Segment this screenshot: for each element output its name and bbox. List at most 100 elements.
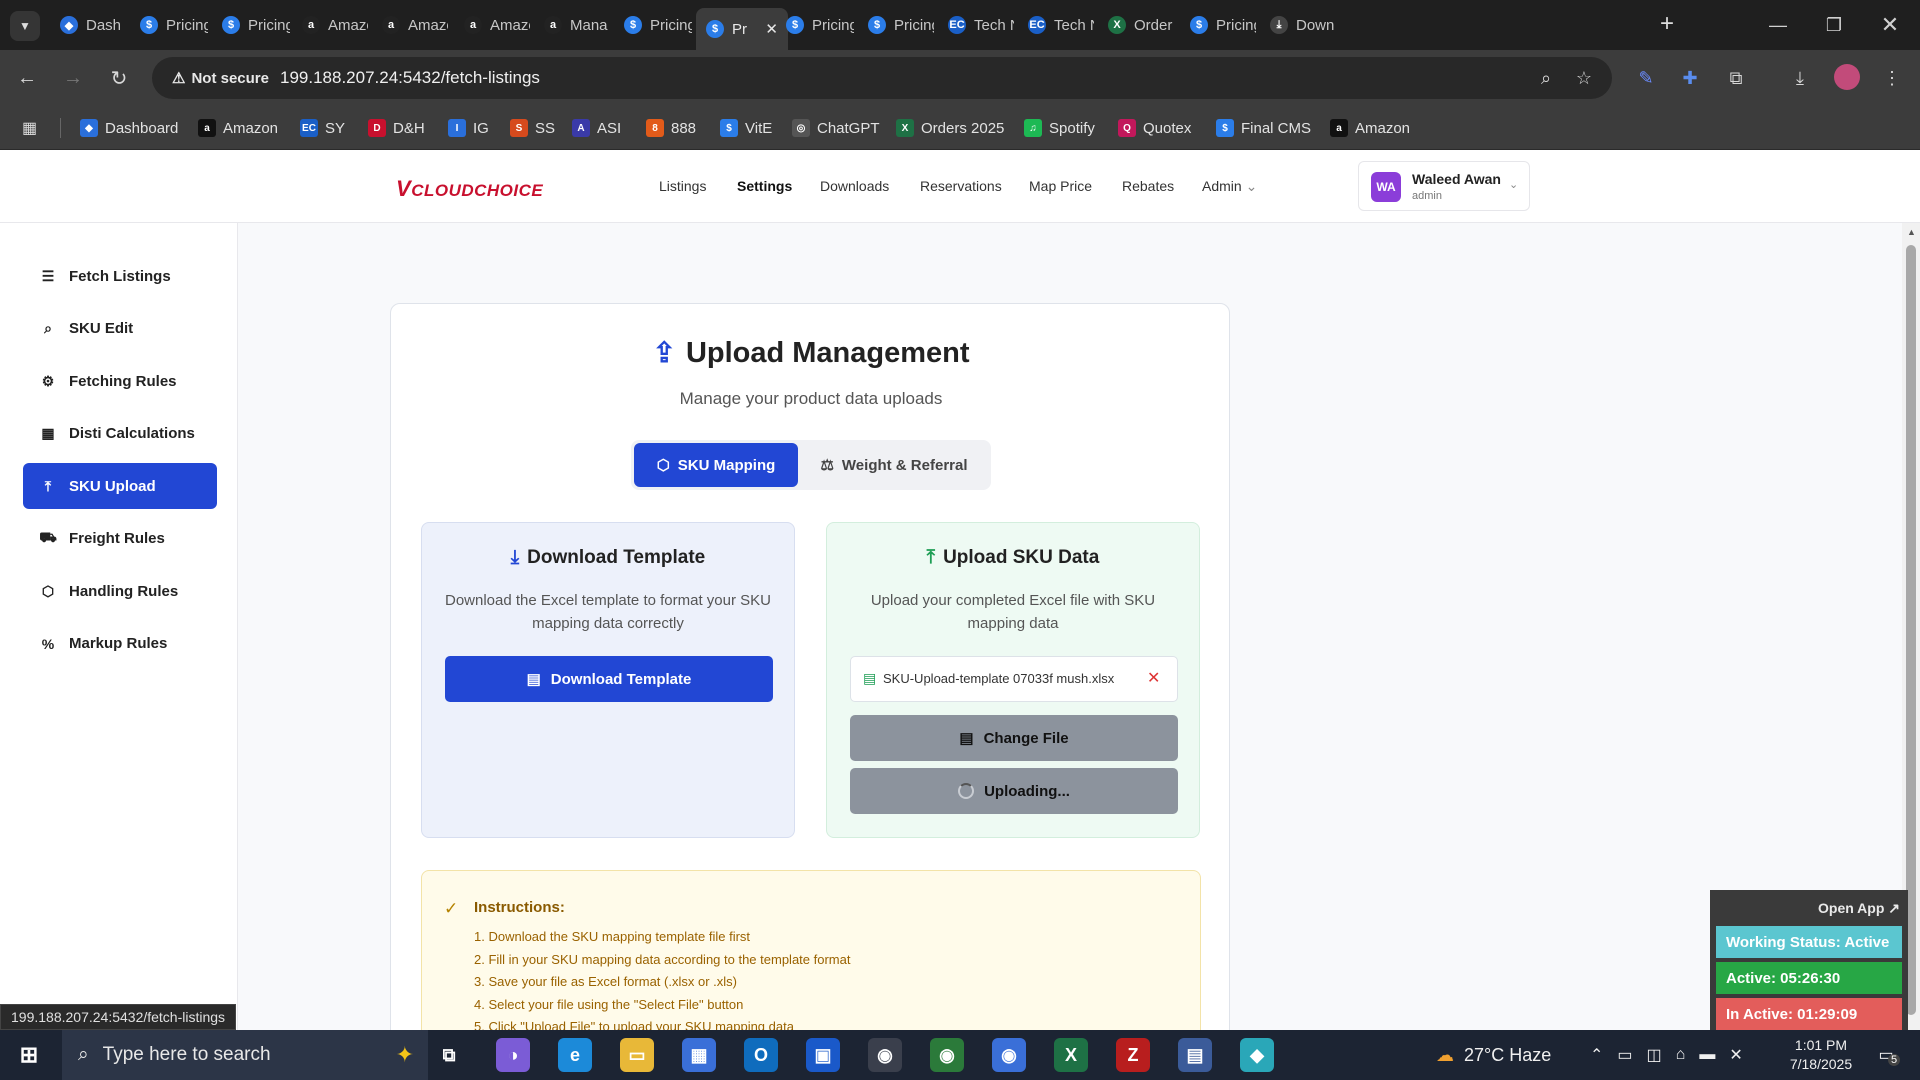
new-tab-plus-icon[interactable]: + bbox=[1652, 9, 1682, 39]
extension-feather-icon[interactable]: ✎ bbox=[1632, 64, 1660, 92]
restore-icon[interactable]: ❐ bbox=[1806, 0, 1862, 50]
upload-button[interactable]: Uploading... bbox=[850, 768, 1178, 814]
nav-rebates[interactable]: Rebates bbox=[1122, 178, 1174, 194]
address-bar[interactable]: ⚠ Not secure 199.188.207.24:5432/fetch-l… bbox=[152, 57, 1612, 99]
chrome-icon[interactable]: ◉ bbox=[868, 1038, 902, 1072]
browser-tab[interactable]: a Amazo bbox=[372, 8, 448, 42]
nav-reservations[interactable]: Reservations bbox=[920, 178, 1002, 194]
change-file-button[interactable]: ▤ Change File bbox=[850, 715, 1178, 761]
nav-listings[interactable]: Listings bbox=[659, 178, 706, 194]
scroll-up-icon[interactable]: ▲ bbox=[1907, 227, 1916, 237]
battery-icon[interactable]: ▬ bbox=[1699, 1046, 1715, 1064]
zoom-search-icon[interactable]: ⌕ bbox=[1532, 64, 1560, 92]
file-explorer-icon[interactable]: ▭ bbox=[620, 1038, 654, 1072]
sidebar-item-markup-rules[interactable]: % Markup Rules bbox=[23, 621, 217, 667]
not-secure-badge[interactable]: ⚠ Not secure bbox=[162, 63, 279, 93]
browser-tab[interactable]: $ Pricing bbox=[858, 8, 934, 42]
tab-weight-referral[interactable]: ⚖ Weight & Referral bbox=[801, 443, 987, 487]
forward-arrow-icon[interactable]: → bbox=[58, 63, 88, 93]
browser-tab[interactable]: X Order bbox=[1098, 8, 1176, 42]
bookmark-item[interactable]: D D&H bbox=[368, 116, 425, 140]
filezilla-icon[interactable]: Z bbox=[1116, 1038, 1150, 1072]
bookmark-item[interactable]: a Amazon bbox=[1330, 116, 1410, 140]
store-icon[interactable]: ▦ bbox=[682, 1038, 716, 1072]
bookmark-item[interactable]: EC SY bbox=[300, 116, 345, 140]
browser-tab[interactable]: ◆ Dashb bbox=[50, 8, 120, 42]
outlook-icon[interactable]: O bbox=[744, 1038, 778, 1072]
notifications-icon[interactable]: ▭ 5 bbox=[1866, 1040, 1906, 1070]
bookmark-item[interactable]: ◎ ChatGPT bbox=[792, 116, 880, 140]
url-text[interactable]: 199.188.207.24:5432/fetch-listings bbox=[280, 68, 540, 88]
app-diamond-icon[interactable]: ◆ bbox=[1240, 1038, 1274, 1072]
weather-widget[interactable]: ☁ 27°C Haze bbox=[1436, 1030, 1551, 1080]
bookmark-star-icon[interactable]: ☆ bbox=[1570, 64, 1598, 92]
browser-tab[interactable]: a Amazo bbox=[454, 8, 530, 42]
browser-tab[interactable]: $ Pr ✕ bbox=[696, 8, 788, 50]
chrome-profile-icon[interactable]: ◉ bbox=[930, 1038, 964, 1072]
display-icon[interactable]: ▭ bbox=[1617, 1045, 1632, 1065]
camera-icon[interactable]: ◫ bbox=[1647, 1045, 1662, 1065]
bookmark-item[interactable]: Q Quotex bbox=[1118, 116, 1191, 140]
bookmark-item[interactable]: S SS bbox=[510, 116, 555, 140]
bookmark-item[interactable]: $ Final CMS bbox=[1216, 116, 1311, 140]
browser-tab[interactable]: $ Pricing bbox=[614, 8, 692, 42]
chrome-alt-icon[interactable]: ◉ bbox=[992, 1038, 1026, 1072]
downloads-icon[interactable]: ⤓ bbox=[1786, 64, 1814, 92]
extensions-puzzle-icon[interactable]: ⧉ bbox=[1722, 64, 1750, 92]
apps-grid-icon[interactable]: ▦ bbox=[22, 118, 42, 138]
network-icon[interactable]: ⌂ bbox=[1676, 1046, 1686, 1064]
menu-kebab-icon[interactable]: ⋮ bbox=[1878, 64, 1906, 92]
browser-tab[interactable]: $ Pricing bbox=[776, 8, 854, 42]
windows-start-icon[interactable]: ⊞ bbox=[12, 1038, 46, 1072]
bookmark-item[interactable]: $ VitE bbox=[720, 116, 772, 140]
user-menu[interactable]: WA Waleed Awan admin ⌄ bbox=[1358, 161, 1530, 211]
clock[interactable]: 1:01 PM 7/18/2025 bbox=[1776, 1036, 1866, 1074]
excel-icon[interactable]: X bbox=[1054, 1038, 1088, 1072]
sidebar-item-handling-rules[interactable]: ⬡ Handling Rules bbox=[23, 568, 217, 614]
nav-admin[interactable]: Admin ⌄ bbox=[1202, 178, 1257, 195]
bookmark-item[interactable]: a Amazon bbox=[198, 116, 278, 140]
minimize-icon[interactable]: — bbox=[1750, 0, 1806, 50]
browser-tab[interactable]: $ Pricing bbox=[212, 8, 290, 42]
calendar-app-icon[interactable]: ▣ bbox=[806, 1038, 840, 1072]
sidebar-item-freight-rules[interactable]: ⛟ Freight Rules bbox=[23, 516, 217, 562]
bookmark-item[interactable]: ◆ Dashboard bbox=[80, 116, 178, 140]
browser-tab[interactable]: a Mana bbox=[534, 8, 610, 42]
nav-downloads[interactable]: Downloads bbox=[820, 178, 889, 194]
copilot-icon[interactable]: ◑ bbox=[496, 1038, 530, 1072]
bookmark-item[interactable]: X Orders 2025 bbox=[896, 116, 1004, 140]
profile-avatar-icon[interactable] bbox=[1834, 64, 1860, 90]
calculator-icon[interactable]: ▤ bbox=[1178, 1038, 1212, 1072]
sidebar-item-fetching-rules[interactable]: ⚙ Fetching Rules bbox=[23, 358, 217, 404]
sidebar-item-sku-edit[interactable]: ⌕ SKU Edit bbox=[23, 306, 217, 352]
nav-map-price[interactable]: Map Price bbox=[1029, 178, 1092, 194]
nav-settings[interactable]: Settings bbox=[737, 178, 792, 194]
remove-file-icon[interactable]: ✕ bbox=[1147, 668, 1160, 688]
browser-tab[interactable]: $ Pricing bbox=[1180, 8, 1256, 42]
back-arrow-icon[interactable]: ← bbox=[12, 63, 42, 93]
sidebar-item-fetch-listings[interactable]: ☰ Fetch Listings bbox=[23, 253, 217, 299]
browser-tab[interactable]: $ Pricing bbox=[130, 8, 208, 42]
browser-tab[interactable]: a Amazo bbox=[292, 8, 368, 42]
taskbar-search[interactable]: ⌕ Type here to search ✦ bbox=[62, 1030, 428, 1080]
tab-search-chevron-icon[interactable]: ▼ bbox=[10, 11, 40, 41]
tab-sku-mapping[interactable]: ⬡ SKU Mapping bbox=[634, 443, 798, 487]
tray-chevron-icon[interactable]: ⌃ bbox=[1590, 1045, 1603, 1065]
bookmark-item[interactable]: I IG bbox=[448, 116, 489, 140]
browser-tab[interactable]: EC Tech N bbox=[938, 8, 1014, 42]
edge-icon[interactable]: e bbox=[558, 1038, 592, 1072]
extension-puzzle-blue-icon[interactable]: ✚ bbox=[1676, 64, 1704, 92]
sidebar-item-sku-upload[interactable]: ⤒ SKU Upload bbox=[23, 463, 217, 509]
sidebar-item-disti-calculations[interactable]: ▦ Disti Calculations bbox=[23, 411, 217, 457]
close-window-icon[interactable]: ✕ bbox=[1862, 0, 1918, 50]
bookmark-item[interactable]: A ASI bbox=[572, 116, 621, 140]
download-template-button[interactable]: ▤ Download Template bbox=[445, 656, 773, 702]
bookmark-item[interactable]: 8 888 bbox=[646, 116, 696, 140]
open-app-link[interactable]: Open App ↗ bbox=[1818, 900, 1900, 917]
browser-tab[interactable]: EC Tech N bbox=[1018, 8, 1094, 42]
volume-muted-icon[interactable]: ✕ bbox=[1729, 1045, 1742, 1065]
bookmark-item[interactable]: ♫ Spotify bbox=[1024, 116, 1095, 140]
cloudchoice-logo[interactable]: VCLOUDCHOICE bbox=[396, 176, 543, 202]
browser-tab[interactable]: ⤓ Down bbox=[1260, 8, 1338, 42]
task-view-icon[interactable]: ⧉ bbox=[432, 1038, 466, 1072]
